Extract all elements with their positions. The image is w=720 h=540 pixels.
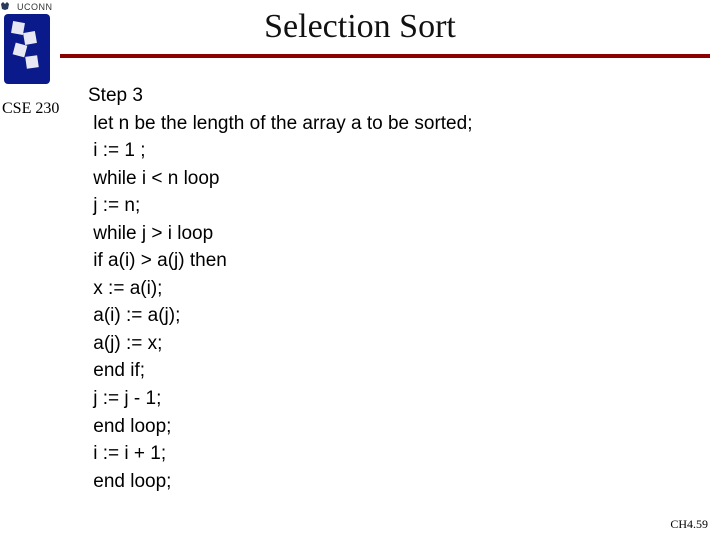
page-reference: CH4.59: [670, 517, 708, 532]
course-label: CSE 230: [2, 100, 59, 118]
slide-title: Selection Sort: [0, 8, 720, 46]
code-line: i := i + 1;: [88, 440, 688, 468]
code-line: while i < n loop: [88, 165, 688, 193]
code-line: end loop;: [88, 468, 688, 496]
code-line: Step 3: [88, 82, 688, 110]
code-line: if a(i) > a(j) then: [88, 247, 688, 275]
code-line: j := n;: [88, 192, 688, 220]
code-line: end loop;: [88, 413, 688, 441]
code-block: Step 3 let n be the length of the array …: [88, 82, 688, 495]
code-line: end if;: [88, 357, 688, 385]
code-line: a(j) := x;: [88, 330, 688, 358]
title-rule: [60, 54, 710, 58]
code-line: let n be the length of the array a to be…: [88, 110, 688, 138]
code-line: while j > i loop: [88, 220, 688, 248]
code-line: a(i) := a(j);: [88, 302, 688, 330]
code-line: x := a(i);: [88, 275, 688, 303]
code-line: i := 1 ;: [88, 137, 688, 165]
code-line: j := j - 1;: [88, 385, 688, 413]
slide: UCONN CSE 230 Selection Sort Step 3 let …: [0, 0, 720, 540]
